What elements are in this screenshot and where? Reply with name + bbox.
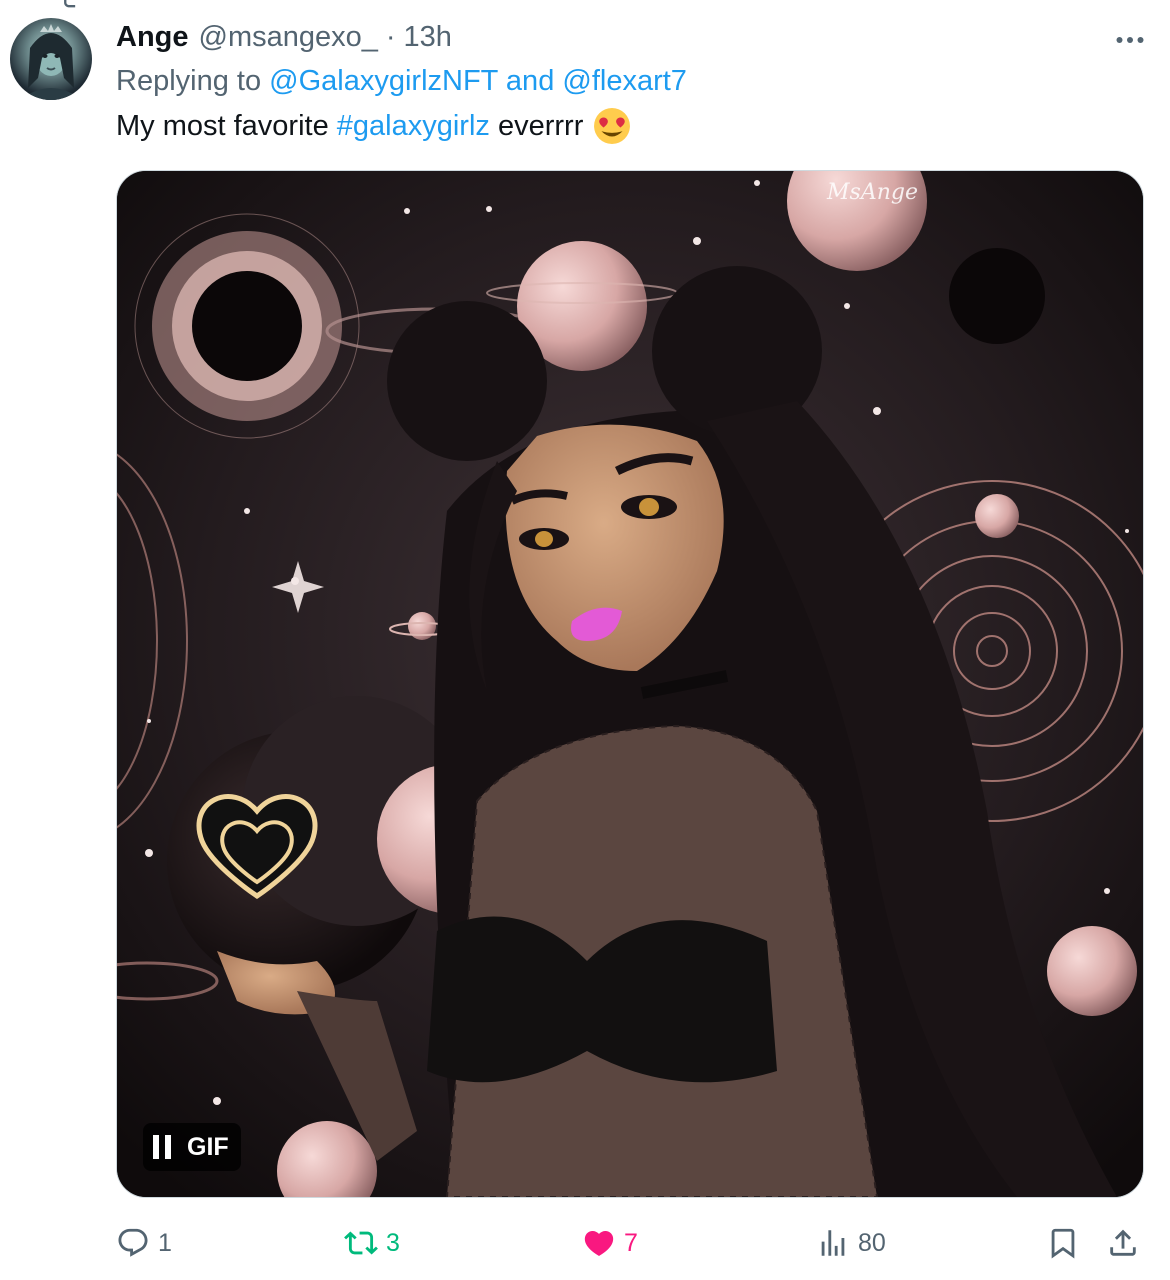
heart-filled-icon — [584, 1230, 614, 1256]
separator-dot: · — [385, 21, 396, 53]
bookmark-button[interactable] — [1046, 1218, 1080, 1268]
analytics-icon — [821, 1230, 845, 1256]
reply-count: 1 — [158, 1228, 172, 1257]
author-handle[interactable]: @msangexo_ — [199, 16, 378, 58]
repost-button[interactable]: 3 — [344, 1218, 400, 1268]
mention-and-separator: and — [497, 65, 563, 97]
tweet-actions-bar: 1 3 7 80 — [116, 1218, 1146, 1268]
tweet-header: Ange @msangexo_ · 13h — [116, 16, 452, 58]
replying-to-line: Replying to @GalaxygirlzNFT and @flexart… — [116, 60, 687, 102]
artist-watermark: MsAnge — [826, 180, 918, 205]
hashtag-galaxygirlz[interactable]: #galaxygirlz — [337, 105, 490, 147]
reply-button[interactable]: 1 — [116, 1218, 172, 1268]
more-options-button[interactable] — [1106, 22, 1154, 58]
repost-strip-icon — [64, 0, 76, 8]
replying-to-label: Replying to — [116, 65, 270, 97]
tweet-text-after: everrrr — [489, 110, 584, 142]
mention-flexart7[interactable]: @flexart7 — [562, 65, 687, 97]
tweet-page: Ange @msangexo_ · 13h Replying to @Galax… — [0, 0, 1170, 1280]
gif-badge[interactable]: GIF — [143, 1123, 241, 1171]
galaxy-girl-illustration: MsAnge — [117, 171, 1143, 1197]
views-count: 80 — [858, 1228, 886, 1257]
repost-count: 3 — [386, 1228, 400, 1257]
like-button[interactable]: 7 — [582, 1218, 638, 1268]
share-icon — [1110, 1229, 1136, 1256]
more-dots-icon — [1116, 37, 1144, 43]
author-name[interactable]: Ange — [116, 16, 189, 58]
timestamp[interactable]: 13h — [404, 16, 452, 58]
heart-eyes-emoji-icon — [594, 108, 631, 144]
avatar[interactable] — [10, 18, 92, 100]
share-button[interactable] — [1106, 1218, 1140, 1268]
repost-icon — [344, 1231, 378, 1255]
gif-label: GIF — [187, 1132, 229, 1161]
like-count: 7 — [624, 1228, 638, 1257]
tweet-media-gif[interactable]: MsAnge GIF — [116, 170, 1144, 1198]
bookmark-icon — [1051, 1228, 1075, 1259]
tweet-text: My most favorite #galaxygirlz everrrr — [116, 105, 631, 147]
pause-icon[interactable] — [153, 1135, 173, 1159]
reposted-indicator — [60, 0, 88, 8]
mention-galaxygirlznft[interactable]: @GalaxygirlzNFT — [269, 65, 498, 97]
reply-icon — [118, 1228, 148, 1257]
avatar-image — [20, 24, 82, 100]
tweet-text-before: My most favorite — [116, 110, 337, 142]
views-button[interactable]: 80 — [816, 1218, 886, 1268]
